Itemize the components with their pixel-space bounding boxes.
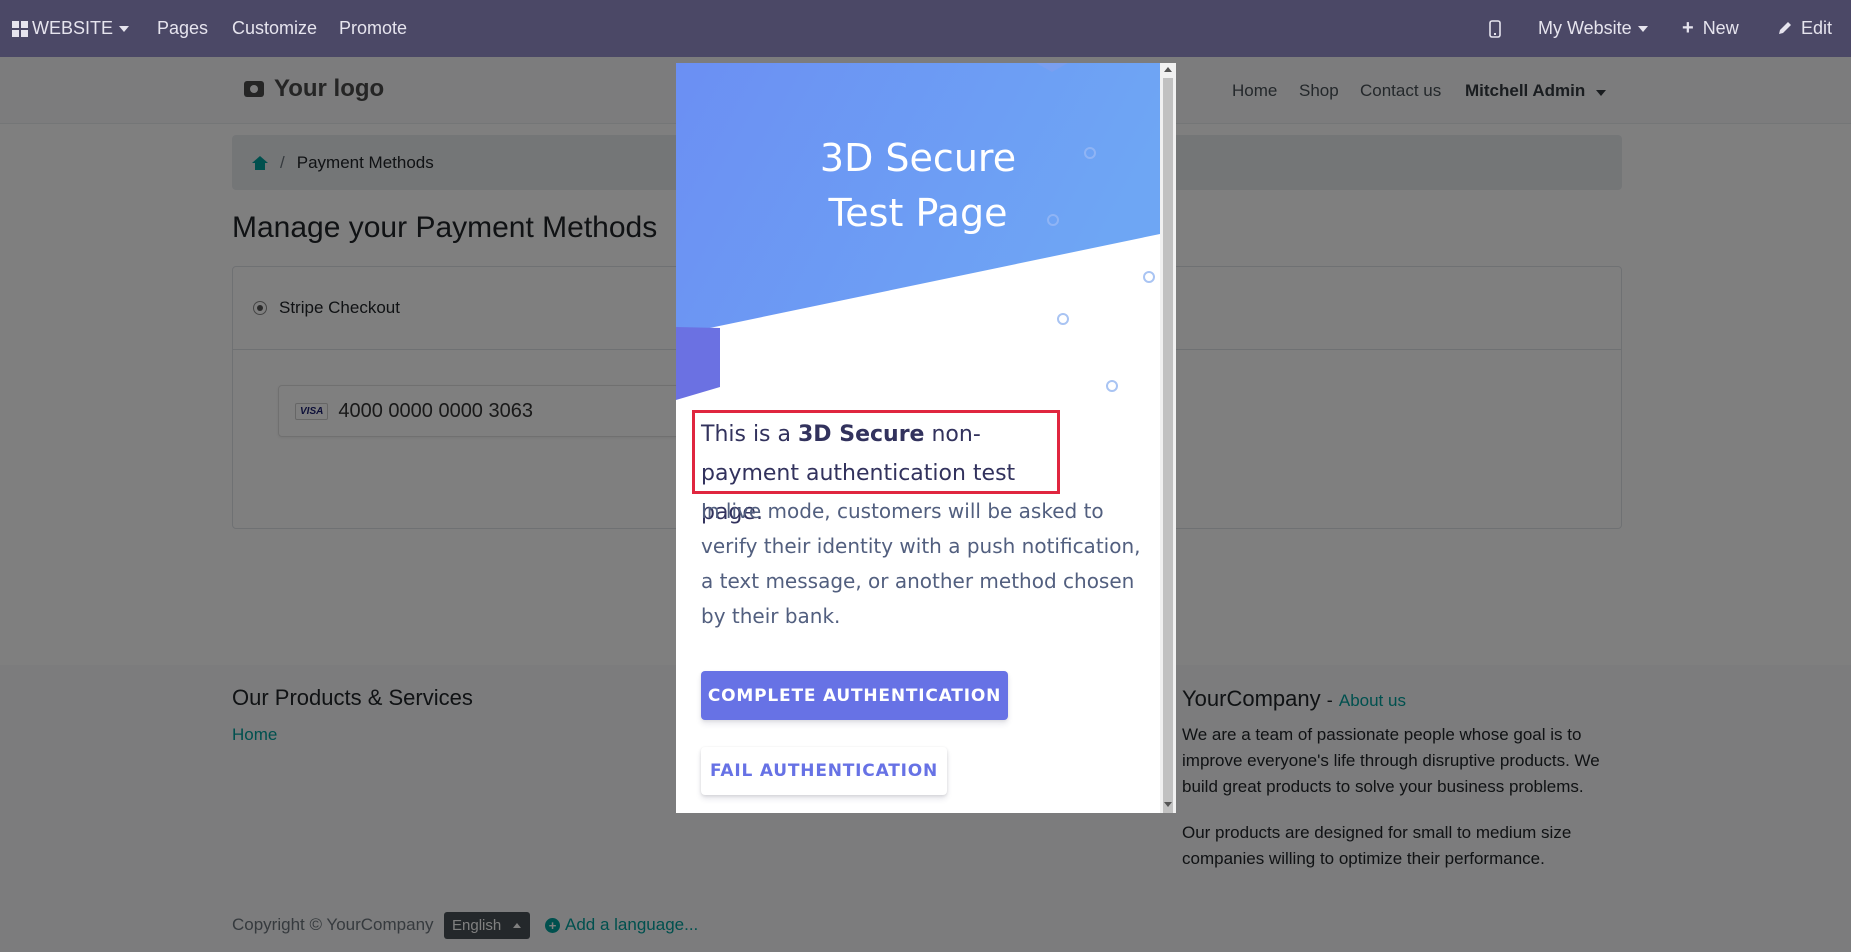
modal-title-line-2: Test Page xyxy=(828,191,1008,235)
modal-scrollbar[interactable] xyxy=(1160,63,1176,813)
promote-menu[interactable]: Promote xyxy=(339,0,407,57)
site-selector-label: My Website xyxy=(1538,18,1632,38)
plus-icon: + xyxy=(1682,17,1694,39)
site-selector[interactable]: My Website xyxy=(1538,0,1648,57)
modal-body-text: In live mode, customers will be asked to… xyxy=(701,499,1141,628)
3ds-modal: 3D Secure Test Page This is a 3D Secure … xyxy=(676,63,1176,813)
scroll-down-arrow-icon[interactable] xyxy=(1164,802,1172,807)
mobile-preview-icon xyxy=(1489,19,1501,38)
pencil-icon xyxy=(1779,22,1791,34)
chevron-down-icon xyxy=(119,25,130,32)
intro-bold: 3D Secure xyxy=(798,422,925,447)
edit-button[interactable]: Edit xyxy=(1777,0,1832,57)
scroll-up-arrow-icon[interactable] xyxy=(1164,67,1172,72)
mobile-preview-button[interactable] xyxy=(1489,0,1501,57)
new-button-label: New xyxy=(1702,18,1739,38)
edit-button-label: Edit xyxy=(1801,18,1833,38)
modal-title: 3D Secure Test Page xyxy=(676,131,1160,241)
modal-title-line-1: 3D Secure xyxy=(819,136,1017,180)
admin-bar: WEBSITE Pages Customize Promote My Websi… xyxy=(0,0,1851,57)
chevron-down-icon xyxy=(1637,25,1648,32)
fail-authentication-button[interactable]: FAIL AUTHENTICATION xyxy=(701,747,947,795)
website-menu-label: WEBSITE xyxy=(32,18,114,38)
complete-authentication-button[interactable]: COMPLETE AUTHENTICATION xyxy=(701,671,1008,720)
customize-menu[interactable]: Customize xyxy=(232,0,317,57)
pages-menu[interactable]: Pages xyxy=(157,0,208,57)
new-button[interactable]: + New xyxy=(1682,0,1739,57)
intro-prefix: This is a xyxy=(701,422,791,447)
website-menu[interactable]: WEBSITE xyxy=(12,0,130,57)
scrollbar-thumb[interactable] xyxy=(1163,78,1173,813)
apps-grid-icon xyxy=(12,20,28,37)
